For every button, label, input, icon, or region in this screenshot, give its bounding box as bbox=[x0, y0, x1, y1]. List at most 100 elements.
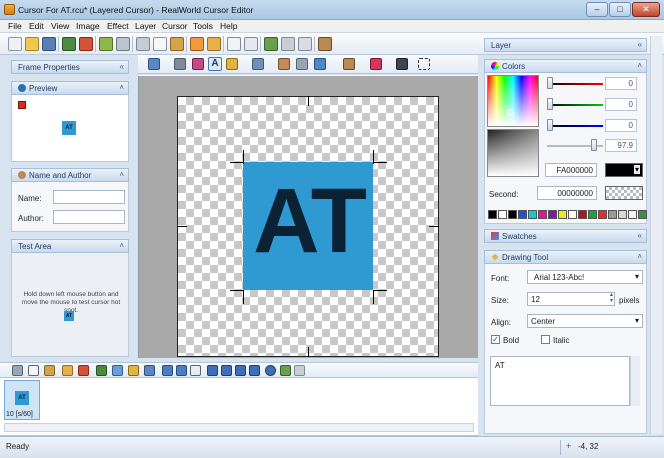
cut-icon[interactable] bbox=[136, 37, 150, 51]
spinner-icon[interactable]: ▴ ▾ bbox=[610, 292, 613, 304]
name-author-header[interactable]: Name and Author ˄ bbox=[11, 168, 129, 182]
swatch-black[interactable] bbox=[488, 210, 497, 219]
move-tool-icon[interactable] bbox=[148, 58, 160, 70]
arrow-down-icon[interactable] bbox=[249, 365, 260, 376]
blue-value[interactable]: 0 bbox=[605, 119, 637, 132]
open-icon[interactable] bbox=[25, 37, 39, 51]
rotate-frame-icon[interactable] bbox=[265, 365, 276, 376]
primary-color-button[interactable]: ▾ bbox=[605, 163, 643, 177]
author-field[interactable] bbox=[53, 210, 125, 224]
swatch-gray[interactable] bbox=[608, 210, 617, 219]
swatch-white[interactable] bbox=[498, 210, 507, 219]
collapse-icon[interactable]: ˄ bbox=[637, 252, 642, 261]
save-icon[interactable] bbox=[42, 37, 56, 51]
frame-properties-header[interactable]: Frame Properties « bbox=[11, 60, 129, 74]
crosshair-tool-icon[interactable] bbox=[314, 58, 326, 70]
wand-frame-icon[interactable] bbox=[294, 365, 305, 376]
green-slider-thumb[interactable] bbox=[547, 98, 553, 110]
rotate-icon[interactable] bbox=[264, 37, 278, 51]
text-scrollbar[interactable] bbox=[630, 356, 640, 406]
secondary-color-button[interactable] bbox=[605, 186, 643, 200]
alpha-value[interactable]: 97.9 bbox=[605, 139, 637, 152]
swatch-purple[interactable] bbox=[548, 210, 557, 219]
maximize-button[interactable]: □ bbox=[609, 2, 631, 17]
swatch-white-2[interactable] bbox=[568, 210, 577, 219]
hotspot-icon[interactable] bbox=[298, 37, 312, 51]
pen-tool-icon[interactable] bbox=[174, 58, 186, 70]
chevron-down-icon[interactable]: ▾ bbox=[635, 316, 639, 325]
import-icon[interactable] bbox=[62, 37, 76, 51]
eyedropper-tool-icon[interactable] bbox=[296, 58, 308, 70]
menu-file[interactable]: File bbox=[8, 21, 22, 31]
menu-view[interactable]: View bbox=[51, 21, 69, 31]
collapse-icon[interactable]: ˄ bbox=[637, 61, 642, 70]
test-area-header[interactable]: Test Area ˄ bbox=[11, 239, 129, 253]
frame-cut-icon[interactable] bbox=[12, 365, 23, 376]
swatch-green[interactable] bbox=[588, 210, 597, 219]
red-value[interactable]: 0 bbox=[605, 77, 637, 90]
arrow-right-icon[interactable] bbox=[221, 365, 232, 376]
swatch-cyan[interactable] bbox=[528, 210, 537, 219]
frame-copy-icon[interactable] bbox=[28, 365, 39, 376]
right-panel-scrollbar[interactable] bbox=[650, 36, 662, 434]
chevron-down-icon[interactable]: ▾ bbox=[633, 165, 640, 174]
text-tool-icon[interactable]: A bbox=[208, 57, 222, 71]
new-icon[interactable] bbox=[8, 37, 22, 51]
frame-remove-icon[interactable] bbox=[190, 365, 201, 376]
fill-tool-icon[interactable] bbox=[278, 58, 290, 70]
swatch-light-gray[interactable] bbox=[618, 210, 627, 219]
frame-image-icon[interactable] bbox=[112, 365, 123, 376]
green-slider[interactable] bbox=[547, 104, 603, 106]
flip-frame-icon[interactable] bbox=[280, 365, 291, 376]
arrow-left-icon[interactable] bbox=[207, 365, 218, 376]
frame-swap-icon[interactable] bbox=[176, 365, 187, 376]
redo-icon[interactable] bbox=[116, 37, 130, 51]
collapse-icon[interactable]: « bbox=[638, 40, 642, 49]
swatch-dark-red[interactable] bbox=[578, 210, 587, 219]
frames-scrollbar[interactable] bbox=[4, 423, 474, 432]
layers-icon[interactable] bbox=[207, 37, 221, 51]
size-field[interactable]: 12 ▴ ▾ bbox=[527, 292, 615, 306]
test-area[interactable]: Hold down left mouse button and move the… bbox=[11, 253, 129, 357]
alpha-slider-thumb[interactable] bbox=[591, 139, 597, 151]
hue-picker[interactable] bbox=[487, 75, 539, 127]
blue-slider[interactable] bbox=[547, 125, 603, 127]
paste-icon[interactable] bbox=[170, 37, 184, 51]
drawing-tool-header[interactable]: Drawing Tool ˄ bbox=[484, 250, 647, 264]
wand-icon[interactable] bbox=[281, 37, 295, 51]
font-select[interactable]: Arial 123-Abc! ▾ bbox=[527, 270, 643, 284]
title-bar[interactable]: Cursor For AT.rcu* (Layered Cursor) - Re… bbox=[0, 0, 664, 20]
menu-cursor[interactable]: Cursor bbox=[162, 21, 188, 31]
smudge-tool-icon[interactable] bbox=[396, 58, 408, 70]
undo-icon[interactable] bbox=[99, 37, 113, 51]
pencil-tool-icon[interactable] bbox=[226, 58, 238, 70]
pointer-icon[interactable] bbox=[227, 37, 241, 51]
colors-header[interactable]: Colors ˄ bbox=[484, 59, 647, 73]
collapse-icon[interactable]: ˄ bbox=[119, 170, 124, 179]
swatch-magenta[interactable] bbox=[538, 210, 547, 219]
second-color-field[interactable]: 00000000 bbox=[537, 186, 597, 200]
close-button[interactable]: ✕ bbox=[632, 2, 660, 17]
line-tool-icon[interactable] bbox=[252, 58, 264, 70]
hex-field[interactable]: FA000000 bbox=[545, 163, 597, 177]
swatch-blue[interactable] bbox=[518, 210, 527, 219]
color-fill-icon[interactable] bbox=[370, 58, 382, 70]
menu-layer[interactable]: Layer bbox=[135, 21, 156, 31]
minimize-button[interactable]: – bbox=[586, 2, 608, 17]
menu-effect[interactable]: Effect bbox=[107, 21, 129, 31]
collapse-icon[interactable]: « bbox=[120, 62, 124, 71]
swatch-red[interactable] bbox=[598, 210, 607, 219]
frame-delete-icon[interactable] bbox=[78, 365, 89, 376]
blue-slider-thumb[interactable] bbox=[547, 119, 553, 131]
bold-checkbox[interactable]: ✓ bbox=[491, 335, 500, 344]
italic-checkbox[interactable] bbox=[541, 335, 550, 344]
collapse-icon[interactable]: ˄ bbox=[119, 241, 124, 250]
frame-layers-icon[interactable] bbox=[62, 365, 73, 376]
chevron-down-icon[interactable]: ▾ bbox=[635, 272, 639, 281]
copy-icon[interactable] bbox=[153, 37, 167, 51]
frame-move-icon[interactable] bbox=[162, 365, 173, 376]
frame-effect-icon[interactable] bbox=[128, 365, 139, 376]
red-slider[interactable] bbox=[547, 83, 603, 85]
menu-image[interactable]: Image bbox=[76, 21, 100, 31]
export-icon[interactable] bbox=[79, 37, 93, 51]
